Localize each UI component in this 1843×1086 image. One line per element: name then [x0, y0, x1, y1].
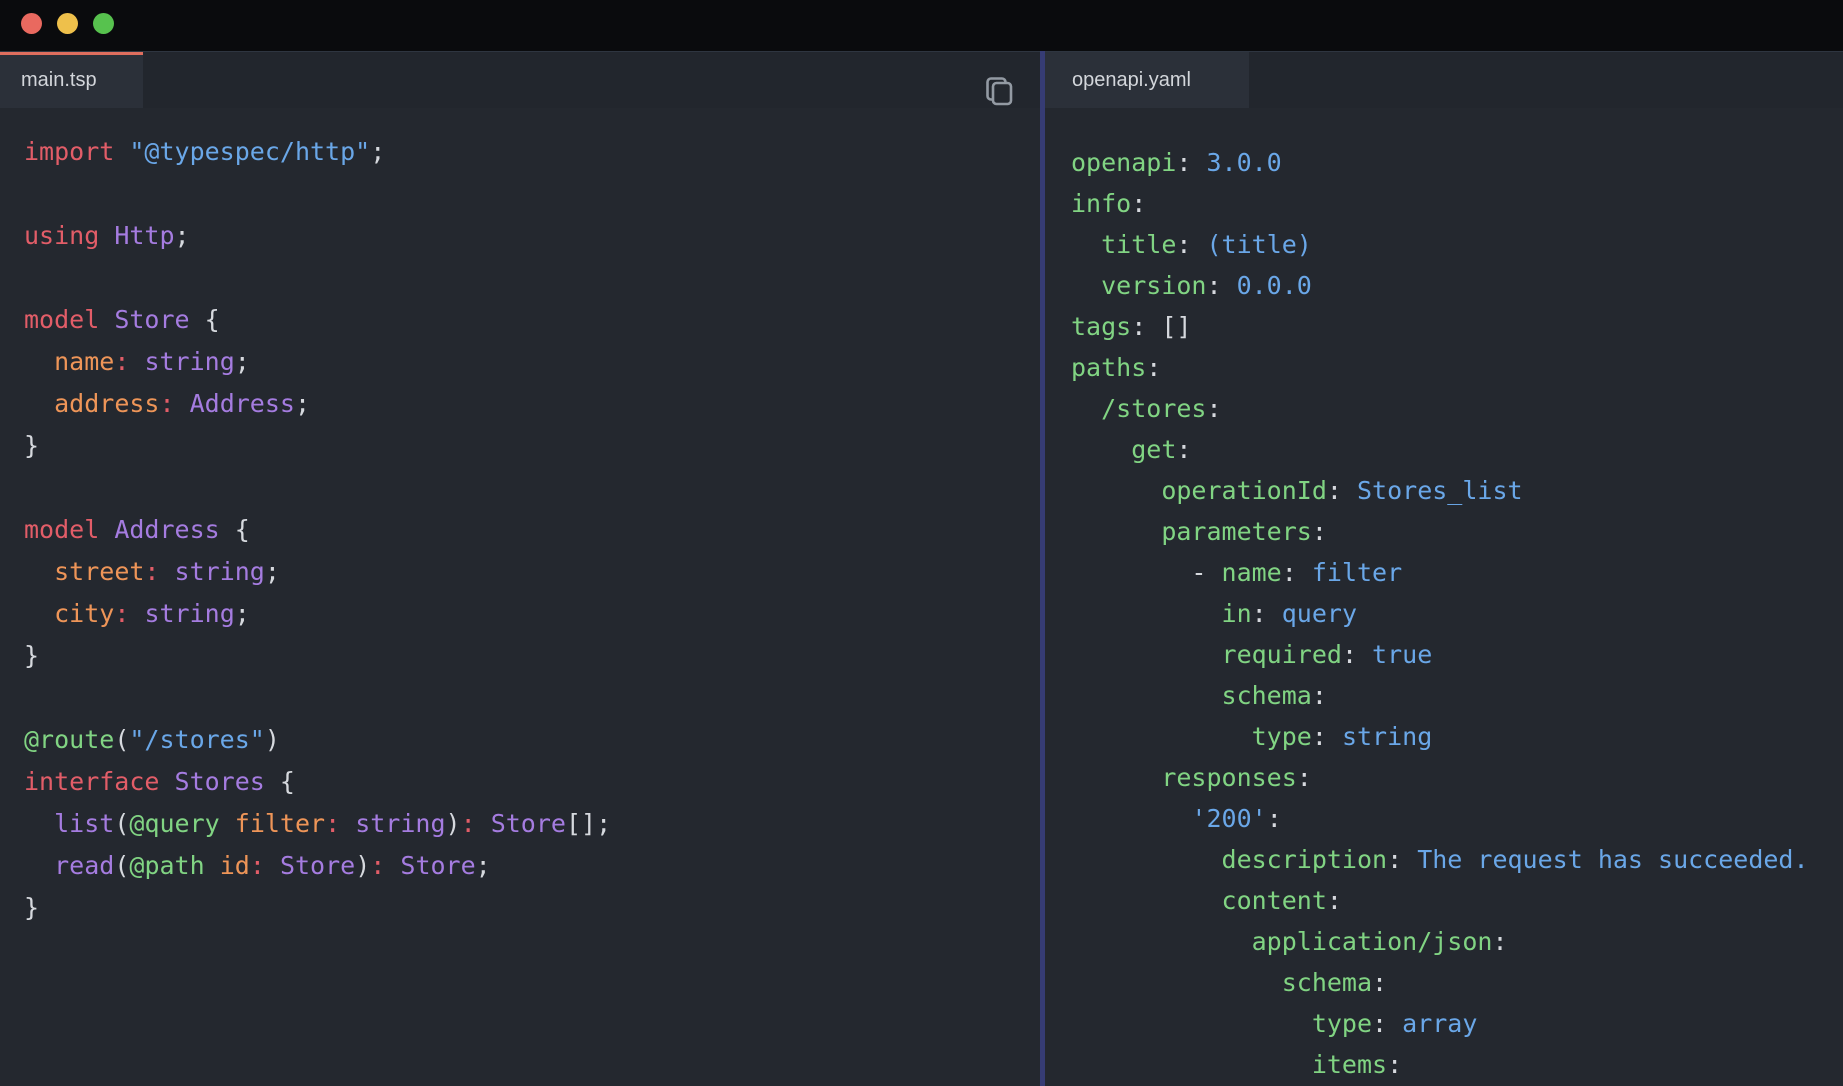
maximize-button[interactable]: [93, 13, 114, 34]
left-tab-bar: main.tsp: [0, 51, 1040, 108]
window-controls: [21, 13, 114, 34]
code-line: }: [24, 635, 1030, 677]
code-line: type: array: [1071, 1003, 1833, 1044]
code-line: in: query: [1071, 593, 1833, 634]
openapi-output-panel: openapi.yaml openapi: 3.0.0info: title: …: [1045, 51, 1843, 1086]
copy-icon: [985, 76, 1013, 106]
code-line: items:: [1071, 1044, 1833, 1085]
code-line: /stores:: [1071, 388, 1833, 429]
code-line: list(@query filter: string): Store[];: [24, 803, 1030, 845]
code-line: [24, 257, 1030, 299]
code-line: parameters:: [1071, 511, 1833, 552]
code-line: model Address {: [24, 509, 1030, 551]
code-line: description: The request has succeeded.: [1071, 839, 1833, 880]
copy-button[interactable]: [985, 76, 1013, 106]
code-line: street: string;: [24, 551, 1030, 593]
typespec-code-editor[interactable]: import "@typespec/http"; using Http; model…: [0, 108, 1040, 1086]
typespec-editor-panel: main.tsp import "@typespec/http"; using H…: [0, 51, 1040, 1086]
code-line: openapi: 3.0.0: [1071, 142, 1833, 183]
tab-openapi-yaml-label: openapi.yaml: [1072, 69, 1191, 92]
code-line: '200':: [1071, 798, 1833, 839]
window-titlebar: [0, 0, 1843, 51]
code-line: schema:: [1071, 675, 1833, 716]
code-line: @route("/stores"): [24, 719, 1030, 761]
code-line: name: string;: [24, 341, 1030, 383]
openapi-yaml-output: openapi: 3.0.0info: title: (title) versi…: [1045, 108, 1843, 1086]
code-line: import "@typespec/http";: [24, 131, 1030, 173]
tab-main-tsp[interactable]: main.tsp: [0, 52, 143, 108]
code-line: title: (title): [1071, 224, 1833, 265]
close-button[interactable]: [21, 13, 42, 34]
right-tab-bar: openapi.yaml: [1045, 51, 1843, 108]
code-line: using Http;: [24, 215, 1030, 257]
code-line: operationId: Stores_list: [1071, 470, 1833, 511]
code-line: tags: []: [1071, 306, 1833, 347]
code-line: model Store {: [24, 299, 1030, 341]
tab-openapi-yaml[interactable]: openapi.yaml: [1045, 52, 1249, 108]
code-line: [24, 467, 1030, 509]
code-line: schema:: [1071, 962, 1833, 1003]
code-line: interface Stores {: [24, 761, 1030, 803]
code-line: city: string;: [24, 593, 1030, 635]
code-line: content:: [1071, 880, 1833, 921]
code-line: responses:: [1071, 757, 1833, 798]
code-line: }: [24, 887, 1030, 929]
minimize-button[interactable]: [57, 13, 78, 34]
code-line: get:: [1071, 429, 1833, 470]
code-line: }: [24, 425, 1030, 467]
code-line: version: 0.0.0: [1071, 265, 1833, 306]
code-line: read(@path id: Store): Store;: [24, 845, 1030, 887]
code-line: type: string: [1071, 716, 1833, 757]
code-line: [24, 677, 1030, 719]
code-line: required: true: [1071, 634, 1833, 675]
code-line: info:: [1071, 183, 1833, 224]
code-line: address: Address;: [24, 383, 1030, 425]
code-line: application/json:: [1071, 921, 1833, 962]
code-line: paths:: [1071, 347, 1833, 388]
code-line: - name: filter: [1071, 552, 1833, 593]
tab-main-tsp-label: main.tsp: [21, 69, 97, 92]
code-line: [24, 173, 1030, 215]
